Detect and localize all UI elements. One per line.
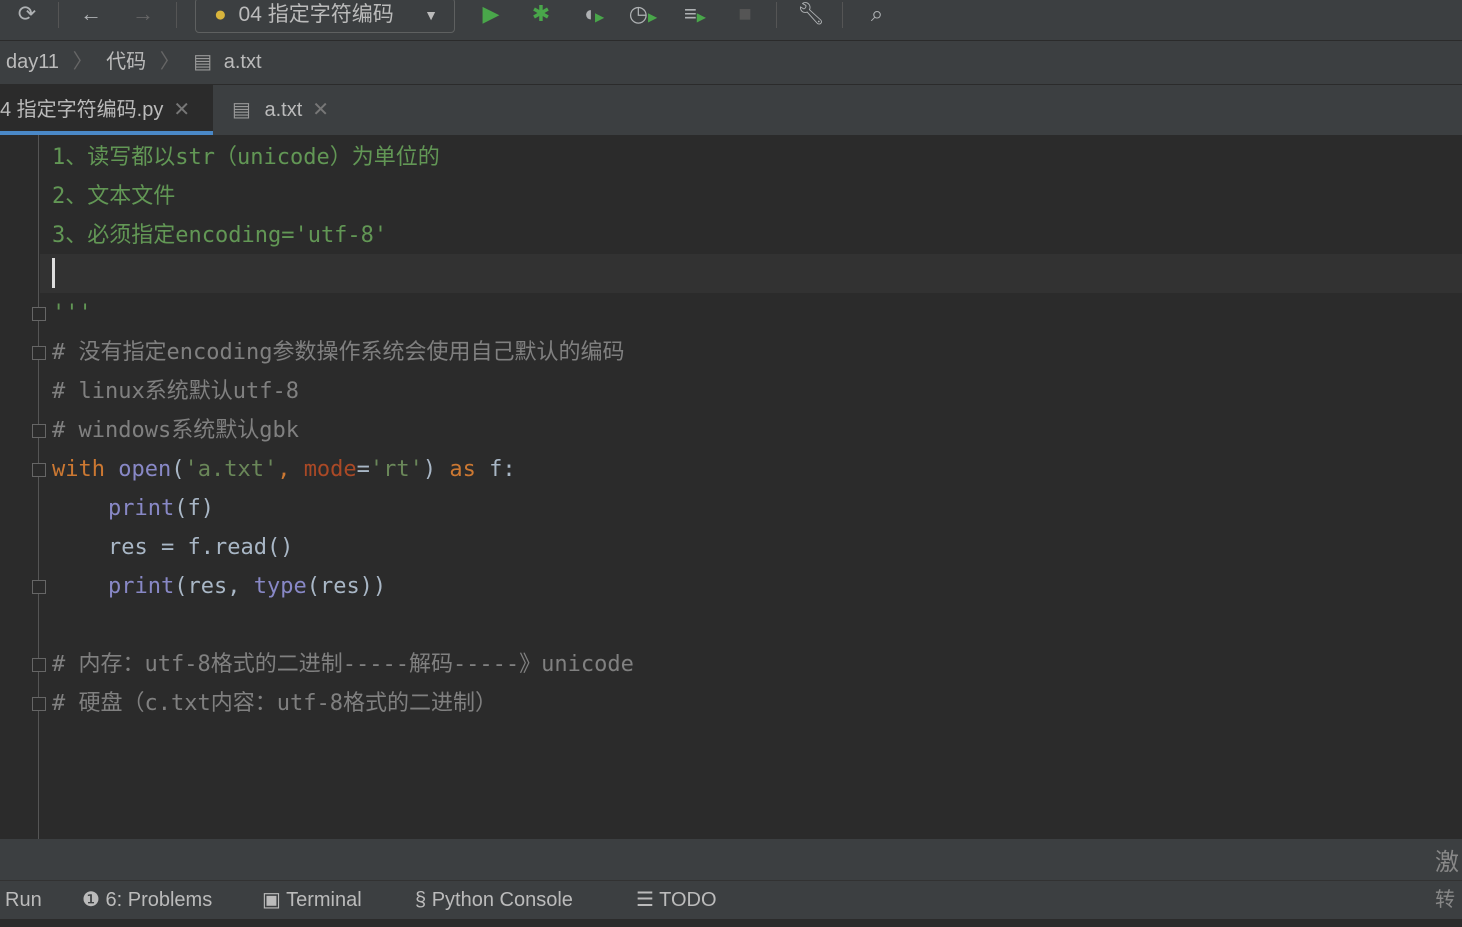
code-line: print(f) xyxy=(108,496,214,521)
divider xyxy=(176,2,177,28)
run-config-select[interactable]: ● 04 指定字符编码 ▼ xyxy=(195,0,455,33)
breadcrumb: day11 〉 代码 〉 ▤ a.txt xyxy=(0,41,1462,84)
divider xyxy=(842,2,843,28)
fold-marker[interactable] xyxy=(32,463,46,477)
run-tool-button[interactable]: Run xyxy=(5,881,42,919)
terminal-tool-button[interactable]: ▣ Terminal xyxy=(262,881,362,919)
search-icon[interactable]: ⌕ xyxy=(862,0,892,30)
tab-label: a.txt xyxy=(264,99,303,121)
code-line: # linux系统默认utf-8 xyxy=(52,379,299,404)
problems-tool-button[interactable]: ❶ 6: Problems xyxy=(82,881,212,919)
gutter xyxy=(38,135,39,839)
code-line: # 硬盘（c.txt内容：utf-8格式的二进制） xyxy=(52,691,497,716)
code-line: # 内存：utf-8格式的二进制-----解码-----》unicode xyxy=(52,652,634,677)
fold-marker[interactable] xyxy=(32,346,46,360)
fold-marker[interactable] xyxy=(32,658,46,672)
code-line: # windows系统默认gbk xyxy=(52,418,299,443)
status-area xyxy=(0,839,1462,880)
profile-icon[interactable]: ◷▶ xyxy=(628,0,658,30)
tab-a-txt[interactable]: ▤ a.txt ✕ xyxy=(232,85,329,135)
code-line: # 没有指定encoding参数操作系统会使用自己默认的编码 xyxy=(52,340,625,365)
text-caret xyxy=(52,258,55,288)
file-icon: ▤ xyxy=(232,99,251,121)
editor-tabs: 4 指定字符编码.py ✕ ▤ a.txt ✕ xyxy=(0,85,1462,135)
watermark: 转 xyxy=(1435,889,1455,911)
stop-icon[interactable]: ■ xyxy=(730,0,760,30)
current-line-highlight xyxy=(40,254,1462,293)
code-line: print(res, type(res)) xyxy=(108,574,387,599)
coverage-icon[interactable]: ◖▶ xyxy=(578,0,608,30)
problems-icon: ❶ xyxy=(82,889,100,911)
fold-marker[interactable] xyxy=(32,697,46,711)
watermark: 激 xyxy=(1435,849,1459,876)
wrench-icon[interactable]: 🔧︎ xyxy=(796,0,826,30)
divider xyxy=(58,2,59,28)
run-config-label: 04 指定字符编码 xyxy=(238,3,394,26)
breadcrumb-item[interactable]: 代码 xyxy=(106,51,146,73)
python-console-tool-button[interactable]: § Python Console xyxy=(415,881,573,919)
code-line: res = f.read() xyxy=(108,535,294,560)
toolbar: ⟳ ← → ● 04 指定字符编码 ▼ ▶ ✱ ◖▶ ◷▶ ≡▶ ■ 🔧︎ ⌕ xyxy=(0,0,1462,41)
close-icon[interactable]: ✕ xyxy=(312,99,329,121)
fold-marker[interactable] xyxy=(32,424,46,438)
code-line: with open('a.txt', mode='rt') as f: xyxy=(52,457,516,482)
tool-window-bar: Run ❶ 6: Problems ▣ Terminal § Python Co… xyxy=(0,880,1462,919)
debug-icon[interactable]: ✱ xyxy=(526,0,556,30)
breadcrumb-item[interactable]: a.txt xyxy=(224,51,262,73)
code-line: 2、文本文件 xyxy=(52,184,176,209)
concurrency-icon[interactable]: ≡▶ xyxy=(680,0,710,30)
python-icon: § xyxy=(415,889,427,911)
close-icon[interactable]: ✕ xyxy=(173,99,190,121)
code-line: ''' xyxy=(52,301,92,326)
run-icon[interactable]: ▶ xyxy=(476,0,506,30)
tab-py-file[interactable]: 4 指定字符编码.py ✕ xyxy=(0,85,213,135)
forward-icon[interactable]: → xyxy=(128,0,158,30)
refresh-icon[interactable]: ⟳ xyxy=(12,0,42,30)
fold-marker[interactable] xyxy=(32,580,46,594)
file-icon: ▤ xyxy=(193,51,213,73)
tab-label: 4 指定字符编码.py xyxy=(0,99,164,121)
python-icon: ● xyxy=(214,3,227,26)
todo-tool-button[interactable]: ☰ TODO xyxy=(636,881,717,919)
back-icon[interactable]: ← xyxy=(76,0,106,30)
breadcrumb-item[interactable]: day11 xyxy=(6,51,59,73)
list-icon: ☰ xyxy=(636,889,654,911)
code-line: 3、必须指定encoding='utf-8' xyxy=(52,223,388,248)
code-editor[interactable]: 1、读写都以str（unicode）为单位的 2、文本文件 3、必须指定enco… xyxy=(0,135,1462,839)
code-line: 1、读写都以str（unicode）为单位的 xyxy=(52,145,440,170)
terminal-icon: ▣ xyxy=(262,889,281,911)
chevron-down-icon: ▼ xyxy=(424,7,438,23)
fold-marker[interactable] xyxy=(32,307,46,321)
divider xyxy=(776,2,777,28)
